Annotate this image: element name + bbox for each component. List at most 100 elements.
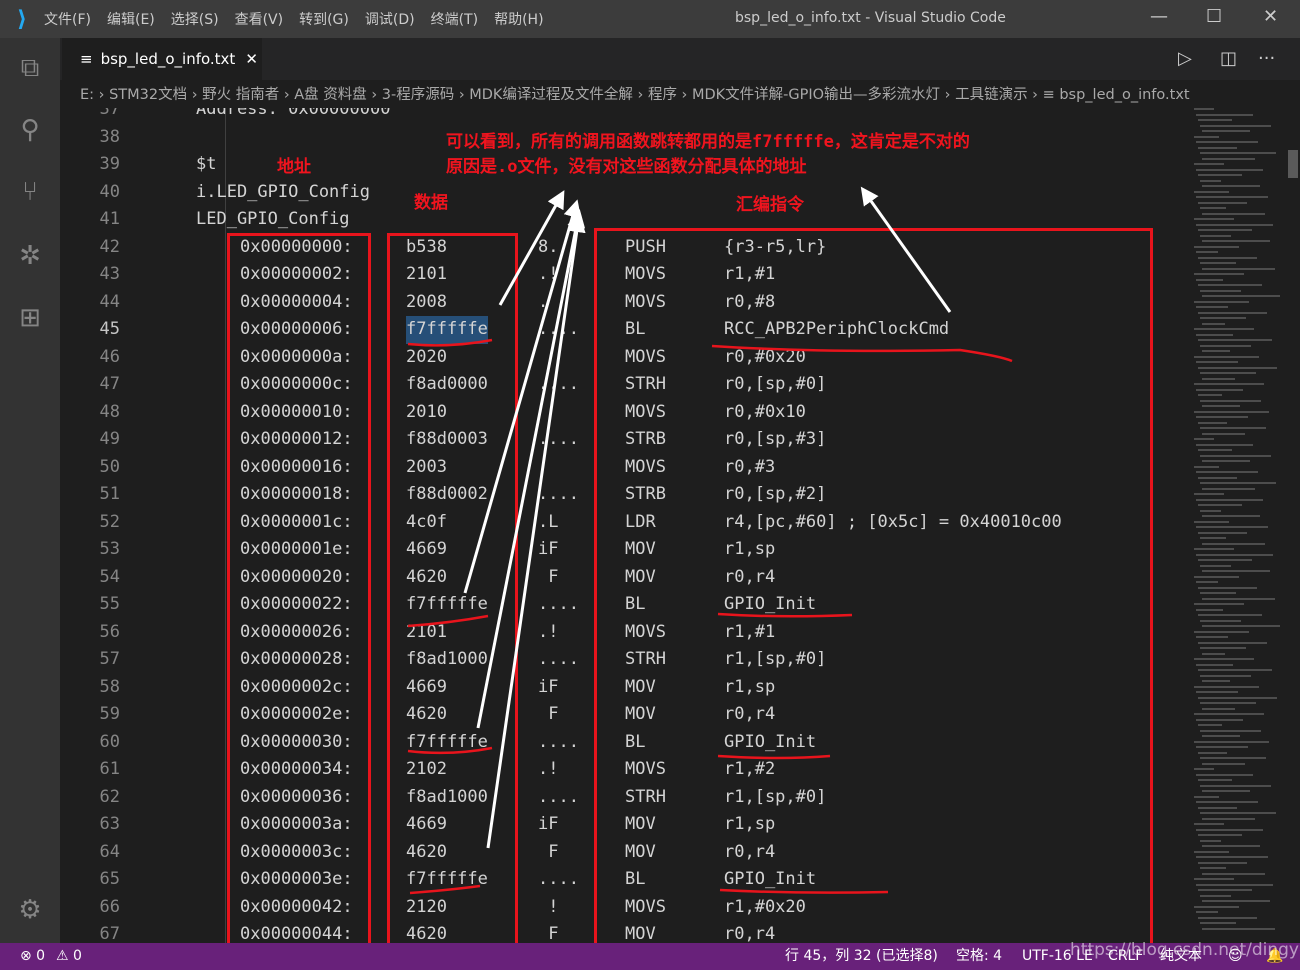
minimap-line bbox=[1200, 509, 1221, 512]
minimap-line bbox=[1196, 636, 1228, 638]
minimap-line bbox=[1198, 229, 1252, 231]
minimap-line bbox=[1194, 163, 1224, 165]
minimap-line bbox=[1196, 251, 1218, 253]
arrow bbox=[860, 186, 952, 313]
minimap[interactable] bbox=[1190, 108, 1286, 943]
minimap-line bbox=[1202, 432, 1245, 435]
split-editor-icon[interactable]: ◫ bbox=[1220, 48, 1237, 69]
minimap-line bbox=[1200, 619, 1241, 622]
underline bbox=[717, 612, 853, 618]
minimap-line bbox=[1200, 564, 1231, 567]
minimap-line bbox=[1198, 284, 1262, 286]
menu-item[interactable]: 调试(D) bbox=[365, 12, 415, 28]
window-title: bsp_led_o_info.txt - Visual Studio Code bbox=[735, 10, 1006, 26]
run-icon[interactable]: ▷ bbox=[1178, 48, 1192, 69]
underline bbox=[717, 754, 831, 760]
minimap-line bbox=[1196, 141, 1258, 143]
menu-item[interactable]: 帮助(H) bbox=[494, 12, 543, 28]
explorer-icon[interactable]: ⧉ bbox=[14, 52, 46, 84]
minimap-line bbox=[1198, 889, 1252, 891]
minimap-line bbox=[1196, 746, 1248, 748]
minimap-line bbox=[1200, 729, 1261, 732]
debug-icon[interactable]: ✲ bbox=[14, 240, 46, 272]
minimap-line bbox=[1194, 905, 1239, 908]
warnings-count[interactable]: ⚠ 0 bbox=[56, 943, 82, 970]
underline bbox=[407, 746, 493, 755]
minimap-line bbox=[1200, 344, 1251, 347]
minimap-line bbox=[1202, 900, 1270, 902]
minimap-line bbox=[1202, 872, 1265, 875]
minimap-line bbox=[1194, 823, 1224, 825]
minimap-line bbox=[1202, 130, 1250, 132]
minimap-line bbox=[1200, 289, 1241, 292]
menu-item[interactable]: 编辑(E) bbox=[107, 12, 155, 28]
minimap-line bbox=[1196, 663, 1233, 666]
minimap-line bbox=[1202, 460, 1250, 462]
minimap-line bbox=[1202, 350, 1230, 352]
close-tab-icon[interactable]: ✕ bbox=[245, 50, 258, 68]
minimap-line bbox=[1202, 680, 1230, 682]
minimap-line bbox=[1202, 322, 1225, 325]
minimap-line bbox=[1200, 454, 1271, 457]
minimap-line bbox=[1200, 839, 1221, 842]
minimize-icon[interactable]: — bbox=[1150, 6, 1168, 27]
menu-item[interactable]: 选择(S) bbox=[171, 12, 219, 28]
minimap-line bbox=[1196, 911, 1218, 913]
minimap-line bbox=[1196, 223, 1273, 226]
minimap-line bbox=[1200, 399, 1261, 402]
minimap-line bbox=[1202, 212, 1265, 215]
minimap-line bbox=[1194, 548, 1234, 550]
minimap-line bbox=[1196, 608, 1223, 611]
source-control-icon[interactable]: ⑂ bbox=[14, 176, 46, 208]
menu-item[interactable]: 查看(V) bbox=[235, 12, 284, 28]
minimap-line bbox=[1198, 394, 1222, 396]
settings-gear-icon[interactable]: ⚙ bbox=[14, 894, 46, 926]
arrow bbox=[486, 214, 586, 849]
minimap-line bbox=[1196, 828, 1263, 831]
minimap-line bbox=[1200, 537, 1226, 539]
minimap-line bbox=[1196, 856, 1268, 858]
minimap-line bbox=[1202, 652, 1225, 655]
menu-item[interactable]: 终端(T) bbox=[431, 12, 478, 28]
minimap-line bbox=[1194, 630, 1249, 633]
maximize-icon[interactable]: ☐ bbox=[1206, 6, 1222, 27]
minimap-line bbox=[1200, 894, 1231, 897]
scrollbar-thumb[interactable] bbox=[1288, 150, 1298, 178]
minimap-line bbox=[1198, 449, 1232, 451]
minimap-line bbox=[1196, 196, 1268, 198]
minimap-line bbox=[1194, 795, 1219, 798]
minimap-line bbox=[1198, 339, 1272, 341]
more-actions-icon[interactable]: ··· bbox=[1258, 48, 1275, 69]
file-icon: ≡ bbox=[80, 50, 93, 68]
errors-count[interactable]: ⊗ 0 bbox=[20, 943, 45, 970]
indentation[interactable]: 空格: 4 bbox=[956, 943, 1002, 970]
minimap-line bbox=[1198, 641, 1267, 644]
editor[interactable]: 37 Address: 0x00000000 38 39 $t 40 i.LED_GPIO_… bbox=[60, 108, 1190, 943]
minimap-line bbox=[1194, 438, 1214, 440]
breadcrumb[interactable]: E: › STM32文档 › 野火 指南者 › A盘 资料盘 › 3-程序源码 … bbox=[60, 80, 1300, 110]
minimap-line bbox=[1194, 658, 1254, 660]
activity-bar: ⧉ ⚲ ⑂ ✲ ⊞ ⚙ bbox=[0, 38, 60, 943]
minimap-line bbox=[1194, 603, 1244, 605]
tab-bsp-led-o-info[interactable]: ≡ bsp_led_o_info.txt ✕ bbox=[62, 38, 262, 80]
minimap-line bbox=[1200, 592, 1236, 594]
search-icon[interactable]: ⚲ bbox=[14, 114, 46, 146]
watermark: https://blog.csdn.net/dingyc_ee bbox=[1070, 940, 1300, 960]
minimap-line bbox=[1198, 779, 1232, 781]
minimap-line bbox=[1202, 845, 1260, 847]
underline bbox=[711, 344, 1013, 363]
minimap-line bbox=[1198, 366, 1277, 369]
minimap-line bbox=[1198, 531, 1247, 534]
cursor-position[interactable]: 行 45，列 32 (已选择8) bbox=[785, 943, 938, 970]
minimap-line bbox=[1198, 806, 1237, 809]
minimap-line bbox=[1202, 735, 1240, 737]
menu-item[interactable]: 转到(G) bbox=[299, 12, 349, 28]
underline bbox=[407, 614, 489, 628]
minimap-line bbox=[1196, 443, 1253, 446]
minimap-line bbox=[1198, 861, 1247, 864]
menu-item[interactable]: 文件(F) bbox=[44, 12, 91, 28]
extensions-icon[interactable]: ⊞ bbox=[14, 302, 46, 334]
tab-label: bsp_led_o_info.txt bbox=[100, 50, 236, 68]
tab-bar: ≡ bsp_led_o_info.txt ✕ ▷ ◫ ··· bbox=[60, 38, 1300, 80]
close-window-icon[interactable]: ✕ bbox=[1263, 6, 1278, 27]
